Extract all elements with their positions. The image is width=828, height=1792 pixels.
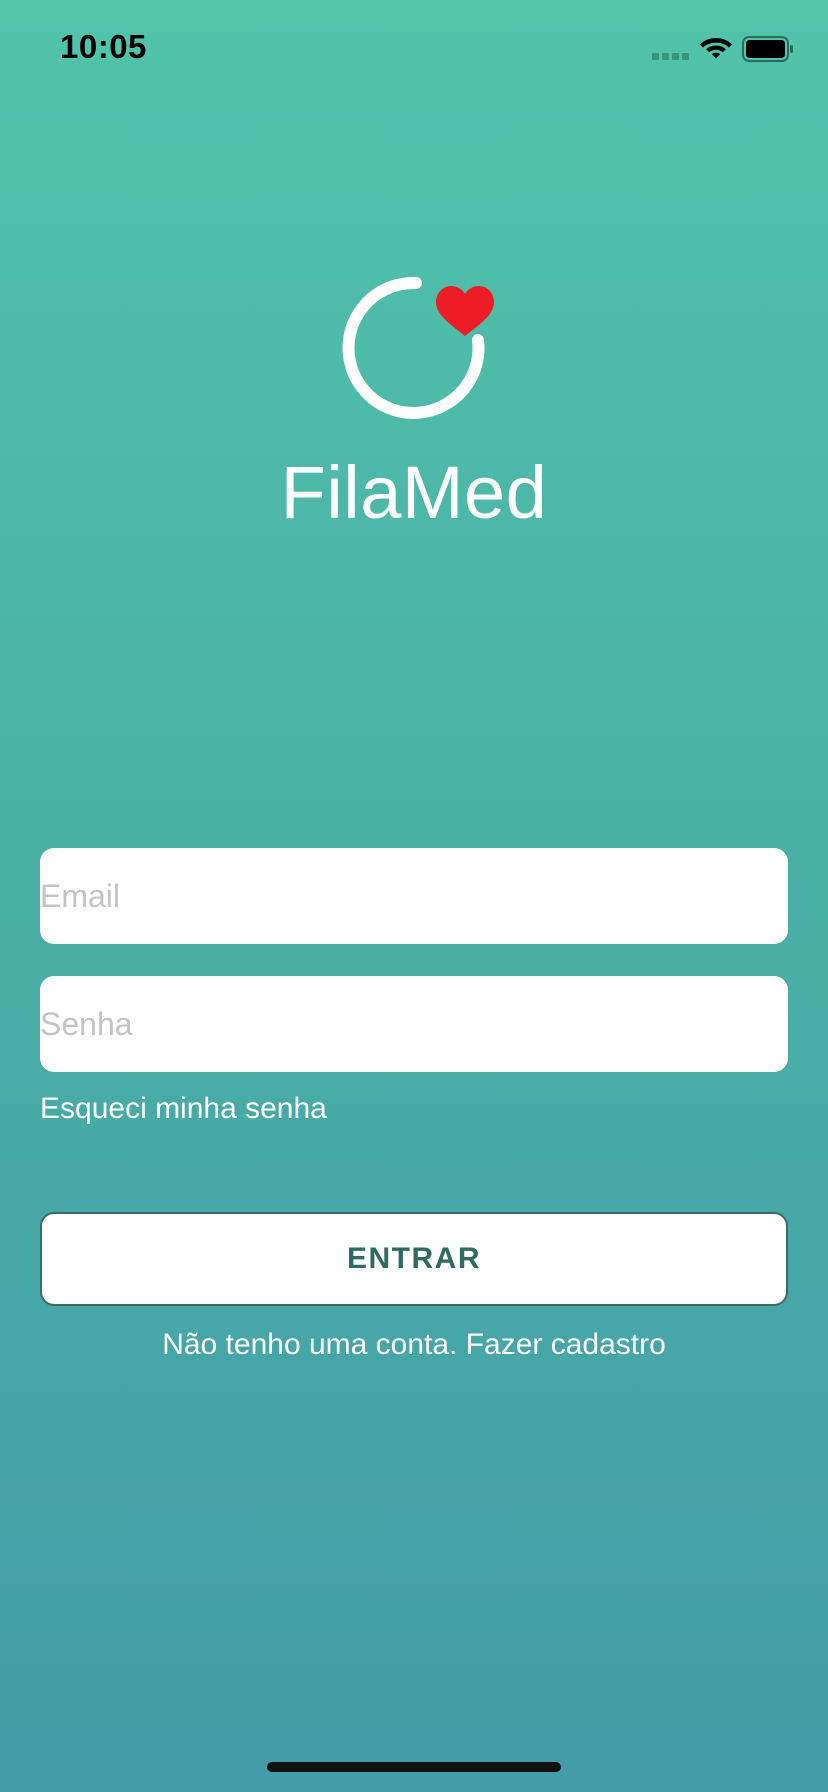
login-button[interactable]: ENTRAR — [40, 1212, 788, 1306]
signup-link[interactable]: Não tenho uma conta. Fazer cadastro — [0, 1328, 828, 1362]
forgot-password-link[interactable]: Esqueci minha senha — [40, 1092, 327, 1126]
status-time: 10:05 — [60, 28, 147, 65]
battery-icon — [742, 36, 793, 62]
cellular-signal-icon — [652, 53, 690, 61]
login-screen: 10:05 FilaMed Esqueci minha senha ENTRAR — [0, 0, 828, 1792]
email-field[interactable] — [40, 848, 788, 944]
home-indicator[interactable] — [267, 1762, 561, 1772]
wifi-icon — [700, 38, 732, 59]
filamed-logo-icon — [342, 276, 494, 419]
password-field-container — [40, 976, 788, 1072]
status-bar: 10:05 — [0, 0, 828, 100]
password-field[interactable] — [40, 976, 788, 1072]
app-name: FilaMed — [280, 451, 548, 534]
email-field-container — [40, 848, 788, 944]
